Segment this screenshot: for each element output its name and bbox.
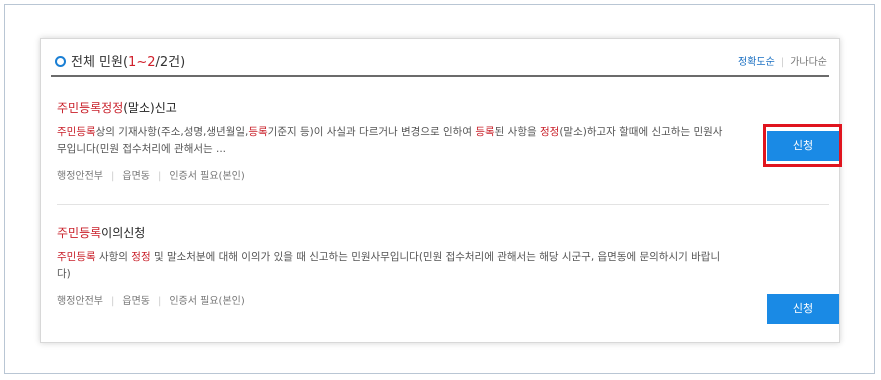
desc-keyword: 등록: [248, 126, 268, 138]
desc-keyword: 주민등록: [57, 251, 96, 263]
meta-agency: 행정안전부: [57, 296, 103, 307]
sort-options: 정확도순 | 가나다순: [738, 53, 827, 68]
item-title-keyword[interactable]: 주민등록정정: [57, 101, 123, 115]
sort-alpha-link[interactable]: 가나다순: [790, 57, 827, 68]
meta-auth: 인증서 필요(본인): [169, 296, 245, 307]
item-title[interactable]: 주민등록이의신청: [57, 224, 829, 241]
desc-keyword: 등록: [475, 126, 495, 138]
item-meta: 행정안전부 | 읍면동 | 인증서 필요(본인): [57, 167, 829, 182]
meta-divider: |: [111, 296, 115, 307]
desc-text: 및 말소처분에 대해 이의가 있을 때 신고하는 민원사무입니다(민원 접수처리…: [57, 251, 721, 280]
item-title-rest[interactable]: 이의신청: [101, 226, 145, 240]
circle-bullet-icon: [55, 56, 66, 67]
desc-keyword: 정정: [539, 126, 560, 138]
meta-agency: 행정안전부: [57, 171, 103, 182]
list-item: 주민등록정정(말소)신고 주민등록상의 기재사항(주소,성명,생년월일,등록기준…: [57, 99, 842, 205]
desc-keyword: 주민등록: [57, 126, 96, 138]
item-meta: 행정안전부 | 읍면동 | 인증서 필요(본인): [57, 292, 829, 307]
meta-divider: |: [157, 296, 162, 307]
desc-keyword: 정정: [131, 251, 151, 263]
item-title[interactable]: 주민등록정정(말소)신고: [57, 99, 829, 116]
meta-auth: 인증서 필요(본인): [169, 171, 245, 182]
desc-text: 사항의: [95, 251, 132, 263]
meta-office: 읍면동: [122, 296, 150, 307]
result-range: 1~2: [128, 55, 156, 70]
apply-button[interactable]: 신청: [767, 294, 839, 324]
sort-divider: |: [780, 57, 785, 68]
meta-divider: |: [111, 171, 115, 182]
list-header: 전체 민원(1~2/2건) 정확도순 | 가나다순: [51, 49, 829, 77]
item-description: 주민등록상의 기재사항(주소,성명,생년월일,등록기준지 등)이 사실과 다르거…: [57, 124, 727, 158]
desc-text: 기준지 등)이 사실과 다르거나 변경으로 인하여: [267, 126, 476, 138]
sort-accuracy-link[interactable]: 정확도순: [738, 57, 775, 68]
item-description: 주민등록 사항의 정정 및 말소처분에 대해 이의가 있을 때 신고하는 민원사…: [57, 249, 727, 283]
title-prefix: 전체 민원(: [71, 55, 129, 70]
title-suffix: /2건): [155, 55, 186, 70]
desc-text: 상의 기재사항(주소,성명,생년월일,: [95, 126, 249, 138]
highlight-annotation-box: [763, 124, 842, 167]
list-title: 전체 민원(1~2/2건): [71, 51, 185, 70]
item-title-rest[interactable]: (말소)신고: [123, 101, 177, 115]
meta-divider: |: [157, 171, 162, 182]
desc-text: 된 사항을: [494, 126, 540, 138]
list-item: 주민등록이의신청 주민등록 사항의 정정 및 말소처분에 대해 이의가 있을 때…: [57, 224, 839, 334]
complaint-list-panel: 전체 민원(1~2/2건) 정확도순 | 가나다순 주민등록정정(말소)신고 주민등…: [40, 38, 842, 343]
meta-office: 읍면동: [122, 171, 150, 182]
item-title-keyword[interactable]: 주민등록: [57, 226, 101, 240]
